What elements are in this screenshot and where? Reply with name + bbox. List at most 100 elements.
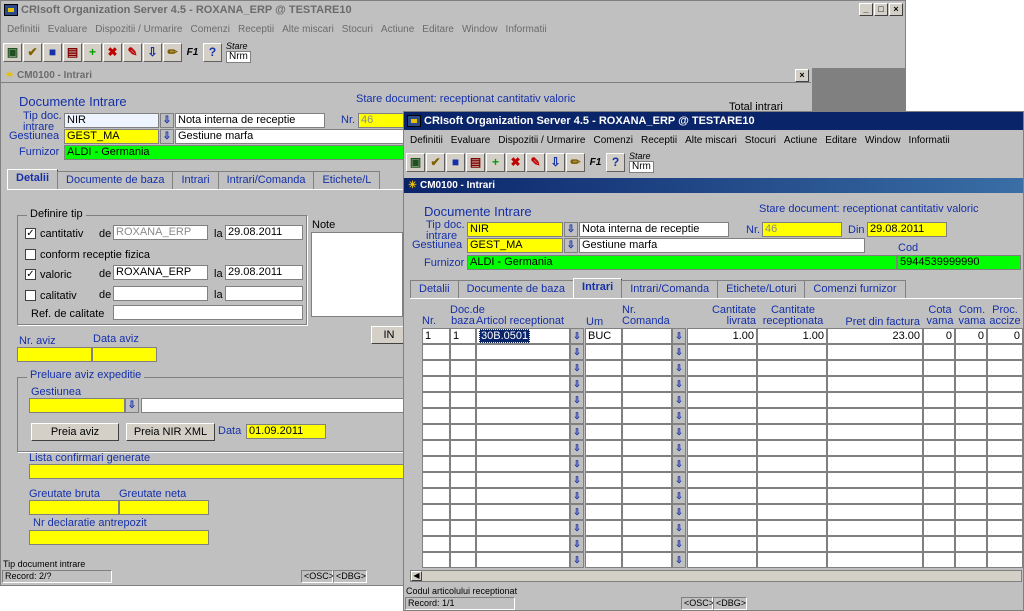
menu-definitii[interactable]: Definitii [406, 135, 447, 146]
grid-lov-icon[interactable]: ⇩ [570, 392, 584, 408]
grid-cell[interactable] [450, 472, 476, 488]
grid-cell[interactable] [687, 376, 757, 392]
calitativ-checkbox[interactable] [25, 290, 36, 301]
row1-com-vama[interactable]: 0 [955, 328, 987, 344]
grid-cell[interactable] [422, 424, 450, 440]
grid-cell[interactable] [422, 376, 450, 392]
nr-input[interactable]: 46 [358, 113, 408, 128]
grid-lov-icon[interactable]: ⇩ [570, 488, 584, 504]
grid-cell[interactable] [757, 456, 827, 472]
grid-lov-icon[interactable]: ⇩ [570, 456, 584, 472]
grid-cell[interactable] [585, 360, 622, 376]
grid-lov-icon[interactable]: ⇩ [570, 552, 584, 568]
row1-doc-baza[interactable]: 1 [450, 328, 476, 344]
grid-cell[interactable] [622, 552, 672, 568]
gest-lov-icon[interactable]: ⇩ [160, 129, 174, 144]
grid-cell[interactable] [422, 360, 450, 376]
toolbar-save-icon[interactable]: ■ [446, 152, 465, 172]
row1-nr[interactable]: 1 [422, 328, 450, 344]
grid-cell[interactable] [585, 488, 622, 504]
grid-cell[interactable] [687, 424, 757, 440]
toolbar-add-icon[interactable]: + [486, 152, 505, 172]
menu-comenzi[interactable]: Comenzi [187, 24, 234, 35]
nr-decl-input[interactable] [29, 530, 209, 545]
grid-cell[interactable] [687, 504, 757, 520]
data-input[interactable]: 01.09.2011 [246, 424, 326, 439]
grid-cell[interactable] [827, 504, 923, 520]
grid-cell[interactable] [687, 488, 757, 504]
grid-cell[interactable] [476, 456, 570, 472]
grid-cell[interactable] [622, 424, 672, 440]
grid-cell[interactable] [987, 472, 1023, 488]
grid-lov-icon[interactable]: ⇩ [570, 360, 584, 376]
toolbar-f1-icon[interactable]: F1 [183, 43, 202, 62]
cantitativ-checkbox[interactable]: ✓ [25, 228, 36, 239]
grid-cell[interactable] [987, 376, 1023, 392]
menu-alte-miscari[interactable]: Alte miscari [278, 24, 338, 35]
row1-cota-vama[interactable]: 0 [923, 328, 955, 344]
grid-cell[interactable] [923, 488, 955, 504]
lista-conf-input[interactable] [29, 464, 407, 479]
toolbar-pencil-icon[interactable]: ✏ [566, 152, 585, 172]
grid-cell[interactable] [687, 456, 757, 472]
grid-cell[interactable] [476, 344, 570, 360]
preia-aviz-button[interactable]: Preia aviz [31, 423, 119, 441]
tab-detalii[interactable]: Detalii [7, 169, 59, 189]
grid-cell[interactable] [450, 440, 476, 456]
grid-cell[interactable] [585, 440, 622, 456]
grid-cell[interactable] [955, 456, 987, 472]
grid-cell[interactable] [622, 392, 672, 408]
grid-cell[interactable] [476, 360, 570, 376]
grid-cell[interactable] [450, 424, 476, 440]
grid-cell[interactable] [827, 456, 923, 472]
grid-cell[interactable] [476, 536, 570, 552]
grid-cell[interactable] [955, 376, 987, 392]
grid-cell[interactable] [585, 424, 622, 440]
menu-actiune[interactable]: Actiune [780, 135, 821, 146]
menu-alte-miscari[interactable]: Alte miscari [681, 135, 741, 146]
grid-cell[interactable] [422, 440, 450, 456]
grid-cell[interactable] [827, 520, 923, 536]
grid-cell[interactable] [622, 408, 672, 424]
tab-intrari[interactable]: Intrari [573, 278, 623, 298]
grid-cell[interactable] [622, 472, 672, 488]
grid-cell[interactable] [450, 408, 476, 424]
grid-cell[interactable] [757, 504, 827, 520]
valoric-la-input[interactable]: 29.08.2011 [225, 265, 303, 280]
grid-cell[interactable] [827, 360, 923, 376]
grid-cell[interactable] [923, 472, 955, 488]
row1-articol[interactable]: 30B.0501 [476, 328, 570, 344]
grid-lov-icon[interactable]: ⇩ [570, 440, 584, 456]
grid-cell[interactable] [987, 440, 1023, 456]
grid-lov-icon[interactable]: ⇩ [570, 424, 584, 440]
grid-cell[interactable] [622, 440, 672, 456]
grid-lov-icon[interactable]: ⇩ [672, 552, 686, 568]
grid-cell[interactable] [422, 520, 450, 536]
grid-lov-icon[interactable]: ⇩ [570, 472, 584, 488]
tab-detalii[interactable]: Detalii [410, 280, 459, 298]
grid-cell[interactable] [987, 344, 1023, 360]
tipdoc-lov-icon[interactable]: ⇩ [564, 222, 578, 237]
grid-cell[interactable] [827, 408, 923, 424]
grid-lov-icon[interactable]: ⇩ [570, 408, 584, 424]
tab-intrari-comanda[interactable]: Intrari/Comanda [217, 171, 315, 189]
menu-evaluare[interactable]: Evaluare [447, 135, 494, 146]
greutate-neta-input[interactable] [119, 500, 209, 515]
grid-cell[interactable] [923, 456, 955, 472]
conform-checkbox[interactable] [25, 249, 36, 260]
valoric-de-input[interactable]: ROXANA_ERP [113, 265, 208, 280]
menu-dispozitii[interactable]: Dispozitii / Urmarire [91, 24, 186, 35]
grid-lov-icon[interactable]: ⇩ [672, 392, 686, 408]
toolbar-save-icon[interactable]: ■ [43, 42, 62, 62]
grid-lov-icon[interactable]: ⇩ [672, 520, 686, 536]
grid-cell[interactable] [955, 408, 987, 424]
tipdoc-input[interactable]: NIR [64, 113, 159, 128]
grid-cell[interactable] [757, 472, 827, 488]
grid-cell[interactable] [585, 392, 622, 408]
grid-lov-icon[interactable]: ⇩ [570, 536, 584, 552]
grid-cell[interactable] [476, 376, 570, 392]
grid-cell[interactable] [923, 408, 955, 424]
menu-informatii[interactable]: Informatii [502, 24, 551, 35]
menu-editare[interactable]: Editare [821, 135, 861, 146]
grid-cell[interactable] [476, 424, 570, 440]
